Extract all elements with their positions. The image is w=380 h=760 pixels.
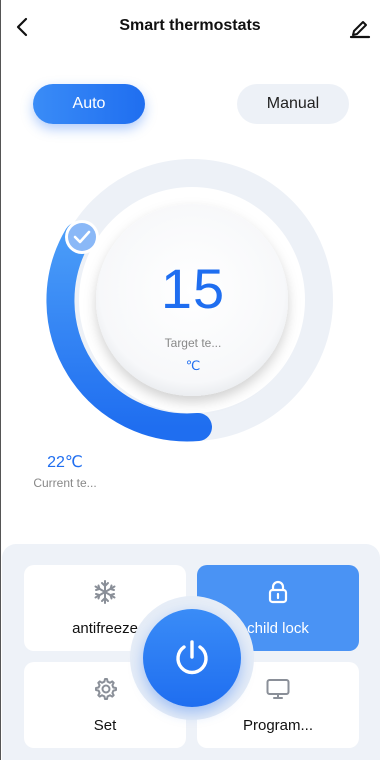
target-temperature-label: Target te... [164,336,222,350]
page-title: Smart thermostats [119,17,261,34]
target-temperature-unit: ℃ [185,358,201,373]
pencil-icon [349,21,371,39]
lock-icon [268,580,288,604]
power-button[interactable] [143,609,241,707]
dial-handle[interactable] [65,220,99,254]
target-temperature-value: 15 [160,257,226,320]
monitor-icon [266,679,290,699]
gear-icon [95,678,117,700]
snowflake-icon [94,580,116,604]
mode-auto-button[interactable]: Auto [33,84,145,124]
mode-manual-button[interactable]: Manual [237,84,349,124]
header: Smart thermostats [0,0,380,56]
power-icon [176,640,208,675]
set-label: Set [93,717,117,734]
program-label: Program... [242,717,314,734]
current-temperature-value: 22℃ [47,454,83,471]
current-temperature-label: Current te... [33,476,97,490]
edit-button[interactable] [348,15,372,39]
